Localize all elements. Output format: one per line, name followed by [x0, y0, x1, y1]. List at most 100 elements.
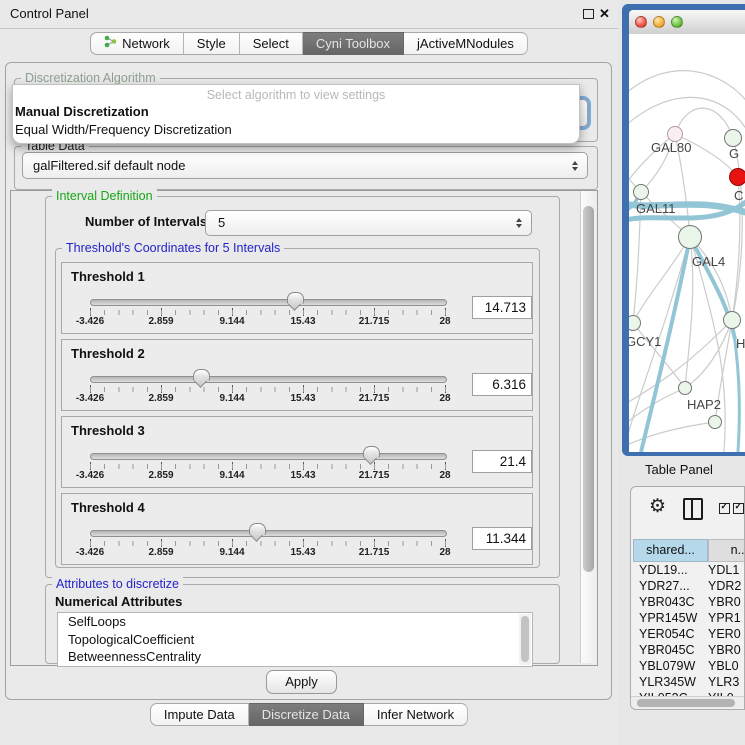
network-node[interactable]	[724, 129, 742, 147]
tick-label: 9.144	[219, 470, 244, 481]
table-header[interactable]: shared... n...	[633, 539, 745, 562]
network-window[interactable]: GAL80GCGAL11GAL4GCY1HHAP2	[622, 4, 745, 456]
table-row[interactable]: YDR27...YDR2	[633, 578, 745, 594]
column-header-shared[interactable]: shared...	[633, 539, 708, 562]
minimize-light-icon[interactable]	[653, 16, 665, 28]
tick-label: -3.426	[76, 393, 104, 404]
close-light-icon[interactable]	[635, 16, 647, 28]
network-node[interactable]	[723, 311, 741, 329]
vertical-scrollbar-thumb[interactable]	[583, 206, 594, 572]
tab-infer-network[interactable]: Infer Network	[364, 703, 468, 726]
tab-jactivemnodules[interactable]: jActiveMNodules	[404, 32, 528, 55]
network-canvas[interactable]: GAL80GCGAL11GAL4GCY1HHAP2	[629, 34, 745, 452]
tab-label: Network	[122, 33, 170, 54]
checkbox-icon[interactable]	[733, 503, 744, 514]
table-data-combobox[interactable]: galFiltered.sif default node	[22, 152, 588, 179]
threshold-row: Threshold 4 -3.4262.8599.14415.4321.7152…	[61, 493, 533, 565]
panel-title: Control Panel	[10, 0, 89, 28]
float-window-icon[interactable]	[583, 9, 594, 19]
tick-label: 21.715	[359, 470, 390, 481]
slider-thumb[interactable]	[249, 523, 266, 535]
slider-thumb[interactable]	[287, 292, 304, 304]
tab-label: Impute Data	[164, 704, 235, 725]
threshold-value-field[interactable]: 11.344	[472, 527, 532, 550]
table-row[interactable]: YLR345WYLR3	[633, 674, 745, 690]
table-row[interactable]: YDL19...YDL1	[633, 562, 745, 578]
cell-shared-name: YBR045C	[633, 642, 708, 658]
cell-name: YLR3	[708, 674, 745, 690]
slider-minor-ticks	[90, 464, 446, 469]
slider-track[interactable]	[90, 453, 447, 460]
network-node[interactable]	[678, 225, 702, 249]
popup-item[interactable]: Manual Discretization	[15, 104, 149, 119]
table-body[interactable]: YDL19...YDL1YDR27...YDR2YBR043CYBR0YPR14…	[633, 562, 745, 696]
network-node[interactable]	[729, 168, 745, 186]
threshold-label: Threshold 1	[71, 269, 145, 284]
tick-label: 15.43	[290, 547, 315, 558]
cell-name: YDL1	[708, 562, 745, 578]
close-icon[interactable]: ✕	[599, 6, 610, 22]
table-row[interactable]: YBL079WYBL0	[633, 658, 745, 674]
tab-label: Infer Network	[377, 704, 454, 725]
tick-label: -3.426	[76, 316, 104, 327]
gear-icon[interactable]: ⚙	[649, 495, 666, 518]
tick-label: 9.144	[219, 547, 244, 558]
slider-track[interactable]	[90, 530, 447, 537]
num-intervals-combobox[interactable]: 5	[205, 210, 532, 236]
numerical-attributes-list[interactable]: SelfLoopsTopologicalCoefficientBetweenne…	[57, 612, 533, 667]
tab-cyni-toolbox[interactable]: Cyni Toolbox	[303, 32, 404, 55]
list-scrollbar[interactable]	[519, 614, 531, 665]
numerical-attributes-heading: Numerical Attributes	[55, 594, 182, 609]
network-window-titlebar[interactable]	[629, 10, 745, 35]
tab-label: Cyni Toolbox	[316, 33, 390, 54]
split-columns-icon[interactable]	[683, 498, 703, 520]
table-panel: ⚙ shared... n... YDL19...YDL1YDR27...YDR…	[630, 486, 745, 710]
network-node[interactable]	[678, 381, 692, 395]
attribute-item[interactable]: SelfLoops	[58, 613, 532, 631]
node-label: HAP2	[687, 397, 721, 412]
zoom-light-icon[interactable]	[671, 16, 683, 28]
attribute-item[interactable]: TopologicalCoefficient	[58, 631, 532, 649]
slider-thumb[interactable]	[193, 369, 210, 381]
threshold-value-field[interactable]: 14.713	[472, 296, 532, 319]
table-row[interactable]: YBR045CYBR0	[633, 642, 745, 658]
attribute-item[interactable]: BetweennessCentrality	[58, 648, 532, 666]
slider-track[interactable]	[90, 299, 447, 306]
table-data-value: galFiltered.sif default node	[33, 153, 185, 178]
slider-thumb[interactable]	[363, 446, 380, 458]
tab-discretize-data[interactable]: Discretize Data	[249, 703, 364, 726]
popup-hint: Select algorithm to view settings	[13, 88, 579, 102]
slider-minor-ticks	[90, 310, 446, 315]
network-node[interactable]	[633, 184, 649, 200]
table-row[interactable]: YPR145WYPR1	[633, 610, 745, 626]
cell-name: YDR2	[708, 578, 745, 594]
column-header-name[interactable]: n...	[708, 539, 745, 562]
tab-network[interactable]: Network	[90, 32, 184, 55]
apply-button[interactable]: Apply	[266, 670, 337, 694]
num-intervals-label: Number of Intervals	[85, 214, 207, 229]
checkbox-icon[interactable]	[719, 503, 730, 514]
cell-shared-name: YER054C	[633, 626, 708, 642]
table-row[interactable]: YBR043CYBR0	[633, 594, 745, 610]
control-panel: Control Panel ✕ Network StyleSelect Cyni T…	[0, 0, 618, 745]
tab-label: jActiveMNodules	[417, 33, 514, 54]
threshold-value-field[interactable]: 21.4	[472, 450, 532, 473]
tick-label: 28	[439, 547, 450, 558]
tab-impute-data[interactable]: Impute Data	[150, 703, 249, 726]
tick-label: 28	[439, 393, 450, 404]
threshold-list: Threshold 1 -3.426 2.859 9.144 15.43 21.715 2…	[61, 262, 533, 570]
tick-label: 2.859	[148, 316, 173, 327]
horizontal-scrollbar[interactable]	[631, 696, 744, 708]
slider-track[interactable]	[90, 376, 447, 383]
threshold-value-field[interactable]: 6.316	[472, 373, 532, 396]
algorithm-popup: Select algorithm to view settings Manual…	[12, 84, 580, 144]
tick-label: 28	[439, 470, 450, 481]
tick-label: 2.859	[148, 470, 173, 481]
node-label: H	[736, 336, 745, 351]
tab-select[interactable]: Select	[240, 32, 303, 55]
popup-item[interactable]: Equal Width/Frequency Discretization	[15, 122, 232, 137]
tab-style[interactable]: Style	[184, 32, 240, 55]
combo-arrows-icon	[572, 161, 579, 171]
table-row[interactable]: YER054CYER0	[633, 626, 745, 642]
network-node[interactable]	[708, 415, 722, 429]
